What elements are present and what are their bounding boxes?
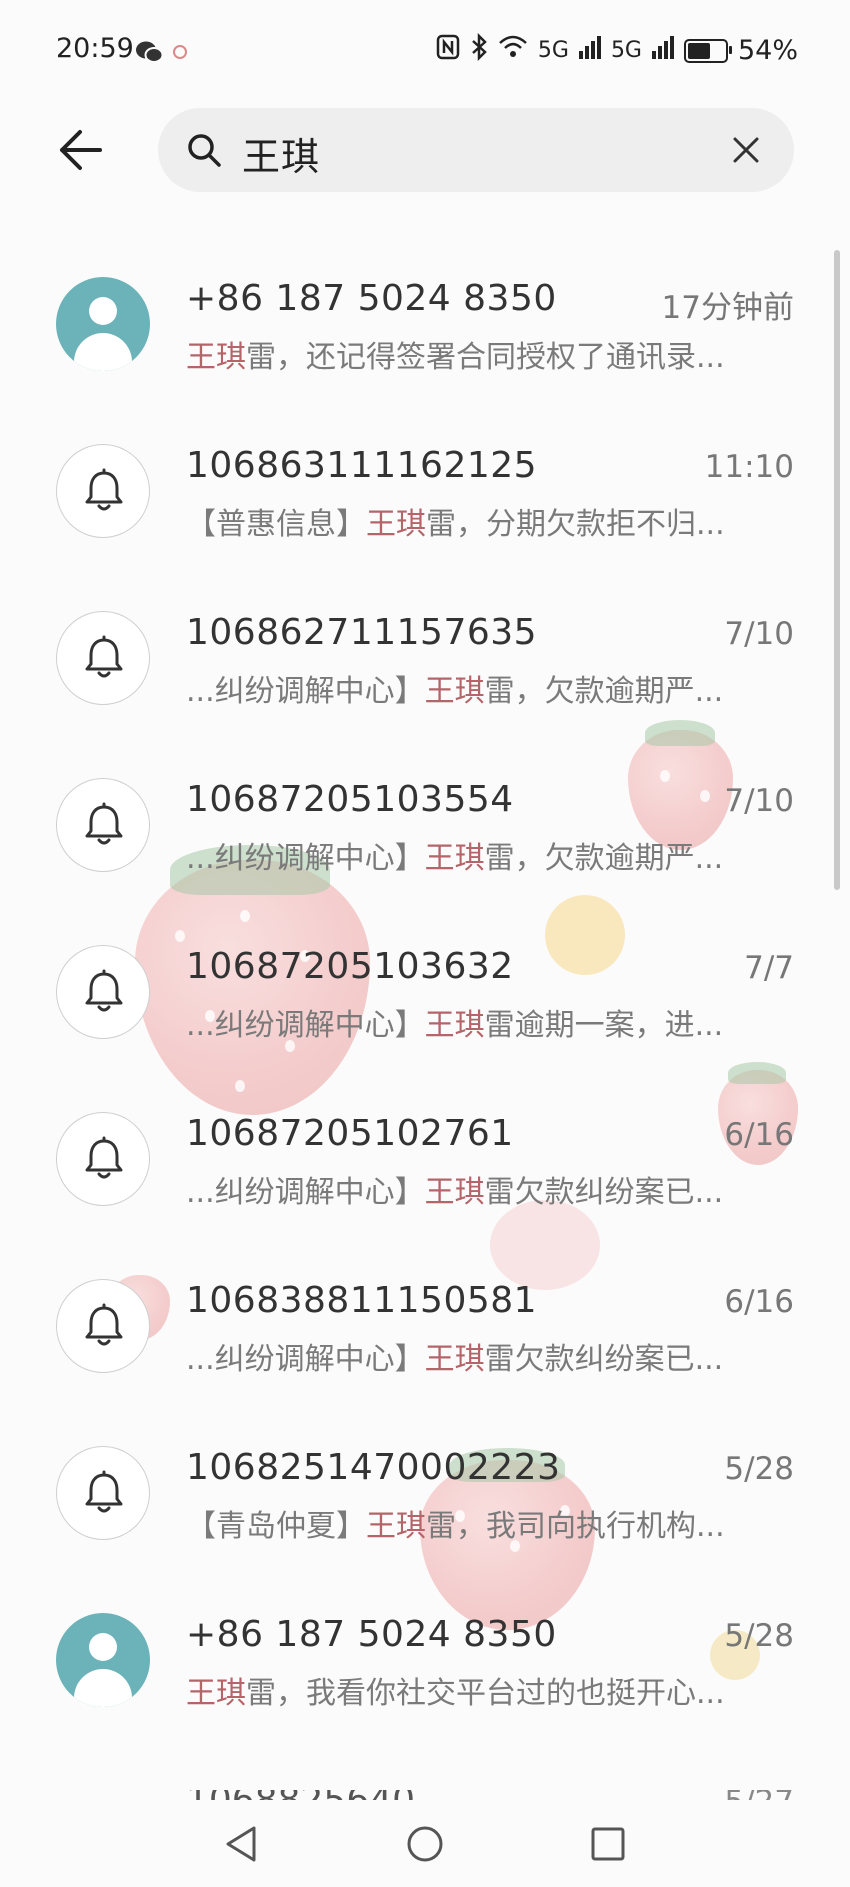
sender-number: +86 187 5024 8350 xyxy=(186,278,557,319)
message-preview: ...纠纷调解中心】王琪雷，欠款逾期严... xyxy=(186,666,746,710)
signal-label-2: 5G xyxy=(610,38,642,63)
search-match-highlight: 王琪 xyxy=(186,1676,246,1711)
sender-number: +86 187 5024 8350 xyxy=(186,1614,557,1655)
close-icon[interactable] xyxy=(730,134,762,166)
wifi-icon xyxy=(498,35,528,66)
message-preview: 【普惠信息】王琪雷，分期欠款拒不归... xyxy=(186,499,746,543)
message-thread-item[interactable]: 10687205102761 6/16 ...纠纷调解中心】王琪雷欠款纠纷案已... xyxy=(0,1085,850,1252)
message-thread-item[interactable]: 106863111162125 11:10 【普惠信息】王琪雷，分期欠款拒不归... xyxy=(0,417,850,584)
contact-avatar-icon xyxy=(56,1613,150,1707)
bell-icon xyxy=(56,945,150,1039)
sender-number: 10687205103632 xyxy=(186,946,514,987)
message-preview: ...纠纷调解中心】王琪雷欠款纠纷案已... xyxy=(186,1167,746,1211)
search-match-highlight: 王琪 xyxy=(424,674,485,709)
search-match-highlight: 王琪 xyxy=(366,507,426,542)
preview-prefix: ...纠纷调解中心】 xyxy=(186,1008,425,1043)
message-time: 7/10 xyxy=(724,783,794,819)
bell-icon xyxy=(56,444,150,538)
preview-suffix: 雷，分期欠款拒不归... xyxy=(426,507,725,542)
search-icon xyxy=(188,134,221,167)
triangle-back-icon[interactable] xyxy=(220,1822,264,1866)
sender-number: 1068251470002223 xyxy=(186,1447,561,1488)
message-time: 7/7 xyxy=(744,950,794,986)
status-time: 20:59 xyxy=(56,33,134,64)
message-thread-item[interactable]: 1068251470002223 5/28 【青岛仲夏】王琪雷，我司向执行机构... xyxy=(0,1419,850,1586)
sender-number: 106863111162125 xyxy=(186,445,538,486)
sender-number: 106862711157635 xyxy=(186,612,538,653)
back-button[interactable] xyxy=(52,120,112,180)
message-preview: ...纠纷调解中心】王琪雷欠款纠纷案已... xyxy=(186,1334,746,1378)
message-thread-item[interactable]: 10687205103632 7/7 ...纠纷调解中心】王琪雷逾期一案，进... xyxy=(0,918,850,1085)
search-match-highlight: 王琪 xyxy=(366,1509,426,1544)
message-preview: 王琪雷，还记得签署合同授权了通讯录... xyxy=(186,332,746,376)
battery-percent: 54% xyxy=(737,35,798,66)
preview-prefix: 【普惠信息】 xyxy=(186,507,366,542)
sender-number: 106838811150581 xyxy=(186,1280,538,1321)
message-time: 11:10 xyxy=(704,449,794,485)
notification-icon xyxy=(172,44,188,64)
bell-icon xyxy=(56,1446,150,1540)
preview-suffix: 雷欠款纠纷案已... xyxy=(484,1175,724,1210)
search-match-highlight: 王琪 xyxy=(424,1008,485,1043)
preview-suffix: 雷，我司向执行机构... xyxy=(426,1509,725,1544)
preview-prefix: ...纠纷调解中心】 xyxy=(186,1342,425,1377)
search-match-highlight: 王琪 xyxy=(424,1342,485,1377)
message-preview: ...纠纷调解中心】王琪雷，欠款逾期严... xyxy=(186,833,746,877)
sender-number: 10687205102761 xyxy=(186,1113,514,1154)
circle-home-icon[interactable] xyxy=(403,1822,447,1866)
bell-icon xyxy=(56,778,150,872)
message-preview: ...纠纷调解中心】王琪雷逾期一案，进... xyxy=(186,1000,746,1044)
search-match-highlight: 王琪 xyxy=(424,1175,485,1210)
preview-suffix: 雷逾期一案，进... xyxy=(484,1008,724,1043)
message-preview: 【青岛仲夏】王琪雷，我司向执行机构... xyxy=(186,1501,746,1545)
battery-icon xyxy=(683,38,732,63)
signal-label-1: 5G xyxy=(537,38,569,63)
message-time: 5/28 xyxy=(724,1451,794,1487)
bell-icon xyxy=(56,1279,150,1373)
contact-avatar-icon xyxy=(56,277,150,371)
preview-suffix: 雷，欠款逾期严... xyxy=(484,674,724,709)
search-match-highlight: 王琪 xyxy=(186,340,246,375)
search-field[interactable]: 王琪 xyxy=(158,108,794,192)
message-time: 6/16 xyxy=(724,1117,794,1153)
search-match-highlight: 王琪 xyxy=(424,841,485,876)
bell-icon xyxy=(56,611,150,705)
message-time: 17分钟前 xyxy=(661,290,794,326)
message-time: 6/16 xyxy=(724,1284,794,1320)
message-time: 5/28 xyxy=(724,1618,794,1654)
wechat-icon xyxy=(135,40,164,68)
preview-prefix: ...纠纷调解中心】 xyxy=(186,1175,425,1210)
message-time: 7/10 xyxy=(724,616,794,652)
preview-prefix: ...纠纷调解中心】 xyxy=(186,841,425,876)
bluetooth-icon xyxy=(470,32,488,68)
preview-suffix: 雷欠款纠纷案已... xyxy=(484,1342,724,1377)
signal-bars-icon xyxy=(651,35,674,66)
preview-prefix: 【青岛仲夏】 xyxy=(186,1509,366,1544)
arrow-left-icon xyxy=(60,130,102,170)
bell-icon xyxy=(56,1112,150,1206)
status-bar: 20:59 5G 5G 54% xyxy=(0,0,850,100)
preview-prefix: ...纠纷调解中心】 xyxy=(186,674,425,709)
message-thread-item[interactable]: 106862711157635 7/10 ...纠纷调解中心】王琪雷，欠款逾期严..… xyxy=(0,584,850,751)
preview-suffix: 雷，还记得签署合同授权了通讯录... xyxy=(246,340,725,375)
preview-suffix: 雷，欠款逾期严... xyxy=(484,841,724,876)
preview-suffix: 雷，我看你社交平台过的也挺开心... xyxy=(246,1676,725,1711)
message-thread-item[interactable]: 10687205103554 7/10 ...纠纷调解中心】王琪雷，欠款逾期严... xyxy=(0,751,850,918)
nfc-icon xyxy=(436,34,460,67)
message-thread-item[interactable]: +86 187 5024 8350 17分钟前王琪雷，还记得签署合同授权了通讯录.… xyxy=(0,250,850,417)
search-input[interactable]: 王琪 xyxy=(242,126,320,181)
navigation-bar xyxy=(0,1800,850,1887)
battery-fill xyxy=(687,42,710,59)
message-preview: 王琪雷，我看你社交平台过的也挺开心... xyxy=(186,1668,746,1712)
message-thread-item[interactable]: 106838811150581 6/16 ...纠纷调解中心】王琪雷欠款纠纷案已..… xyxy=(0,1252,850,1419)
message-thread-item[interactable]: +86 187 5024 8350 5/28 王琪雷，我看你社交平台过的也挺开心..… xyxy=(0,1586,850,1753)
signal-bars-icon xyxy=(578,35,601,66)
square-recents-icon[interactable] xyxy=(586,1822,630,1866)
sender-number: 10687205103554 xyxy=(186,779,514,820)
